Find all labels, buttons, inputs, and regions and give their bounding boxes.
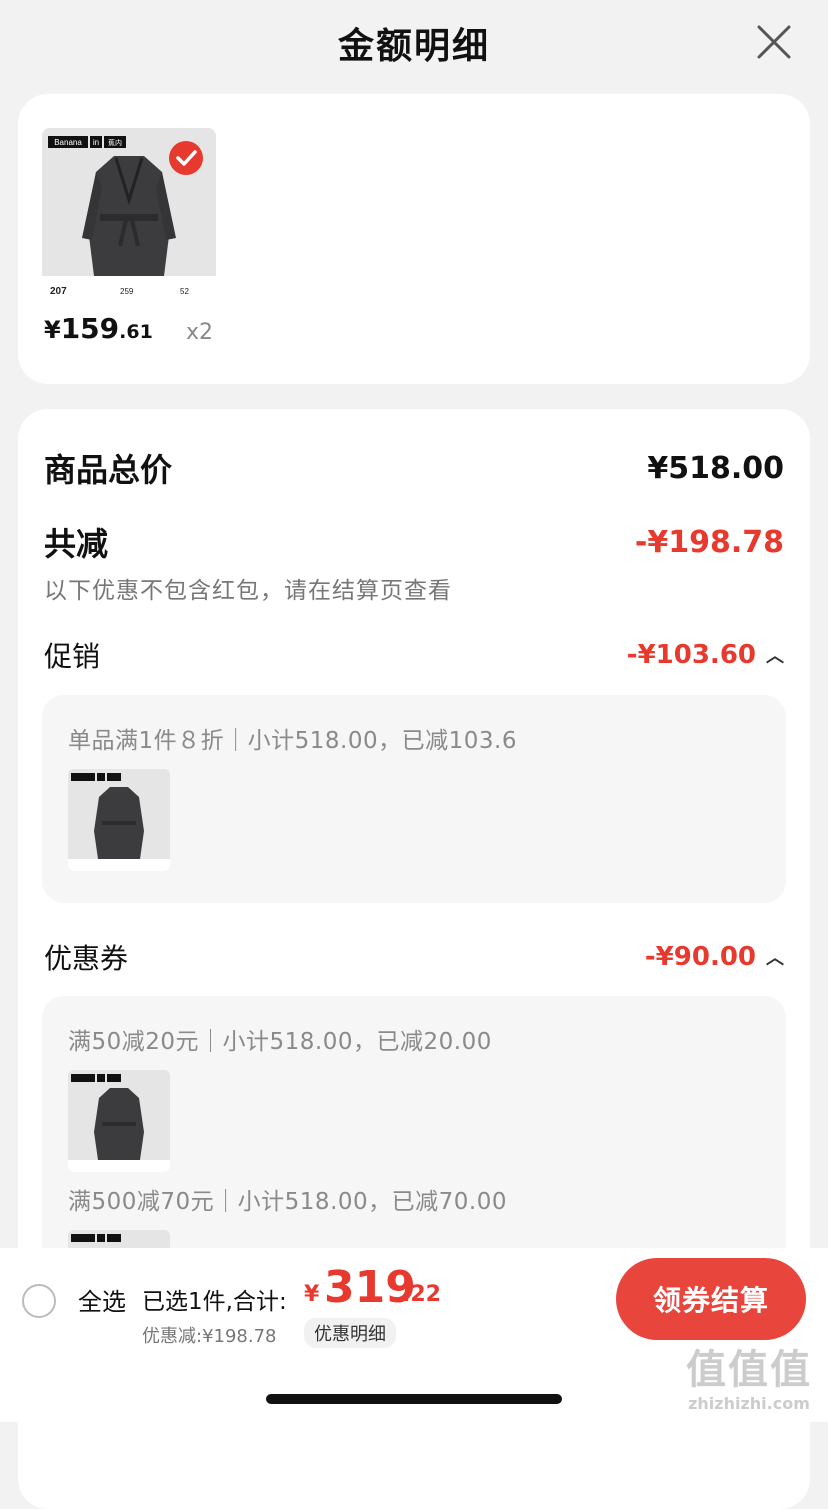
- close-icon[interactable]: [756, 24, 792, 60]
- promo-detail-box: 单品满1件８折｜小计518.00，已减103.6: [42, 695, 786, 903]
- product-card: Banana in 蕉内 207 259 52 ¥159.61 x2: [18, 94, 810, 384]
- product-price-dec: .61: [119, 321, 153, 343]
- promo-product-thumbnail[interactable]: [68, 769, 170, 871]
- watermark-logo: 值值值: [686, 1347, 812, 1393]
- coupon-value: -¥90.00: [644, 942, 756, 972]
- total-reduce-row: 共减 -¥198.78: [44, 519, 784, 565]
- coupon-label: 优惠券: [44, 942, 129, 975]
- promo-row[interactable]: 促销 -¥103.60 ︿: [44, 635, 784, 675]
- product-img-num-left: 207: [50, 286, 67, 296]
- checkout-bar: 全选 已选1件,合计: ¥ 319 .22 优惠减:¥198.78 优惠明细 领…: [0, 1248, 828, 1348]
- chevron-up-icon[interactable]: ︿: [766, 944, 784, 970]
- checkout-button[interactable]: 领券结算: [616, 1258, 806, 1340]
- product-thumbnail[interactable]: Banana in 蕉内 207 259 52: [42, 128, 216, 296]
- redpacket-note: 以下优惠不包含红包，请在结算页查看: [44, 578, 452, 604]
- page-title: 金额明细: [337, 26, 490, 67]
- total-reduce-label: 共减: [44, 525, 109, 563]
- product-img-num-mid: 259: [120, 287, 134, 296]
- product-tag-brand: Banana: [54, 138, 82, 147]
- promo-label: 促销: [44, 640, 101, 673]
- coupon-product-thumbnail[interactable]: [68, 1070, 170, 1172]
- chevron-up-icon[interactable]: ︿: [766, 642, 784, 668]
- product-price-yen: ¥: [44, 316, 61, 344]
- product-quantity: x2: [186, 320, 214, 345]
- promo-detail-text: 单品满1件８折｜小计518.00，已减103.6: [68, 728, 517, 754]
- total-amount-dec: .22: [402, 1282, 441, 1307]
- product-price: ¥159.61: [44, 312, 153, 345]
- coupon-row[interactable]: 优惠券 -¥90.00 ︿: [44, 937, 784, 977]
- coupon-detail-text-2: 满500减70元｜小计518.00，已减70.00: [68, 1189, 507, 1215]
- selected-summary: 已选1件,合计:: [142, 1289, 287, 1315]
- page-header: 金额明细: [0, 0, 828, 86]
- promo-value: -¥103.60: [626, 640, 756, 670]
- total-reduce-value: -¥198.78: [634, 524, 784, 560]
- total-price-row: 商品总价 ¥518.00: [44, 445, 784, 491]
- watermark-url: zhizhizhi.com: [688, 1394, 810, 1413]
- home-indicator[interactable]: [266, 1394, 562, 1404]
- product-img-num-right: 52: [180, 287, 189, 296]
- product-tag-extra: 蕉内: [108, 138, 122, 147]
- discount-detail-link[interactable]: 优惠明细: [304, 1318, 396, 1348]
- select-all-checkbox[interactable]: [22, 1284, 56, 1318]
- coupon-detail-text-1: 满50减20元｜小计518.00，已减20.00: [68, 1029, 492, 1055]
- discount-summary: 优惠减:¥198.78: [142, 1326, 277, 1347]
- selected-check-icon[interactable]: [168, 140, 204, 176]
- product-price-int: 159: [60, 312, 120, 345]
- select-all-label[interactable]: 全选: [78, 1282, 126, 1317]
- total-yen-symbol: ¥: [304, 1282, 320, 1307]
- total-price-label: 商品总价: [44, 451, 173, 489]
- site-watermark: 值值值 zhizhizhi.com: [676, 1346, 822, 1422]
- product-tag-in: in: [93, 138, 99, 147]
- total-price-value: ¥518.00: [647, 450, 784, 486]
